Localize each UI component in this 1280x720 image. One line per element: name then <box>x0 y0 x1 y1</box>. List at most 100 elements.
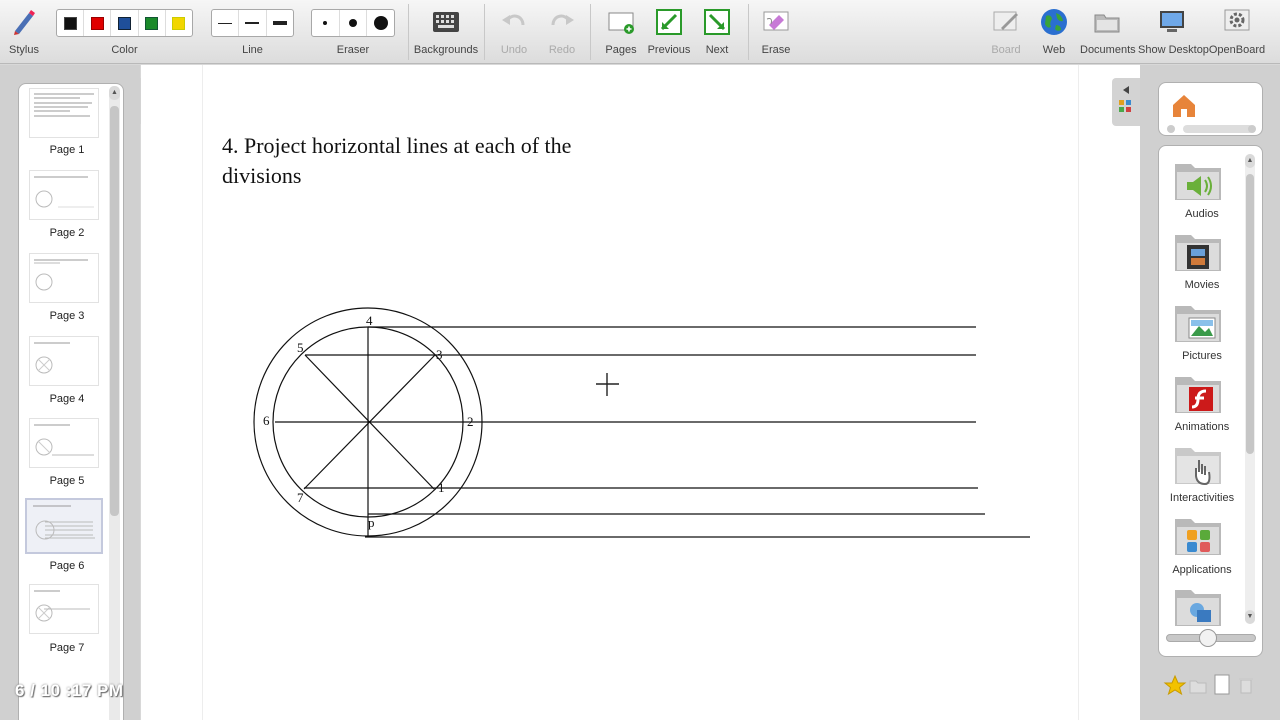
pictures-folder[interactable] <box>1173 300 1225 344</box>
apps-grid-folder-icon <box>1175 519 1221 555</box>
redo-button[interactable]: Redo <box>542 0 582 64</box>
slider-knob[interactable] <box>1199 629 1217 647</box>
previous-page-button[interactable]: Previous <box>646 0 692 64</box>
scroll-up-arrow-icon[interactable]: ▲ <box>1245 154 1255 168</box>
library-folder-list: Audios Movies Pictures Animations Intera… <box>1158 145 1263 657</box>
web-label: Web <box>1042 44 1066 56</box>
blank-page-icon[interactable] <box>1214 674 1230 695</box>
scroll-up-arrow-icon[interactable]: ▲ <box>109 86 120 100</box>
keyboard-grid-icon <box>433 12 459 32</box>
erase-button[interactable]: Erase <box>756 0 796 64</box>
redo-label: Redo <box>548 44 576 56</box>
shapes-folder[interactable] <box>1173 584 1225 628</box>
board-label: Board <box>991 44 1021 56</box>
scroll-down-arrow-icon[interactable]: ▼ <box>1245 610 1255 624</box>
page-thumbnail-1[interactable] <box>29 88 99 138</box>
picture-folder-icon <box>1175 306 1221 342</box>
main-toolbar: Stylus Color Line Eraser Backgrounds Und… <box>0 0 1280 64</box>
monitor-icon <box>1160 11 1184 32</box>
toolbar-divider <box>408 4 409 60</box>
page-margin-right <box>1078 65 1140 720</box>
line-label: Line <box>242 44 263 56</box>
page-thumbnail-3[interactable] <box>29 253 99 303</box>
stylus-label: Stylus <box>9 44 39 56</box>
movies-folder[interactable] <box>1173 229 1225 273</box>
openboard-label: OpenBoard <box>1208 44 1266 56</box>
erase-board-icon <box>763 11 789 31</box>
stylus-button[interactable]: Stylus <box>0 0 48 64</box>
previous-label: Previous <box>647 44 691 56</box>
page-thumbnail-list: Page 1 Page 2 Page 3 Page 4 Page 5 Page … <box>18 83 124 720</box>
eraser-label: Eraser <box>336 44 370 56</box>
toolbar-divider <box>484 4 485 60</box>
redo-arrow-icon <box>551 14 574 26</box>
shapes-folder-icon <box>1175 590 1221 626</box>
page-thumbnail-2[interactable] <box>29 170 99 220</box>
show-desktop-button[interactable]: Show Desktop <box>1138 0 1209 64</box>
show-desktop-label: Show Desktop <box>1138 44 1209 56</box>
heading-line-1: 4. Project horizontal lines at each of t… <box>222 133 572 158</box>
documents-label: Documents <box>1080 44 1136 56</box>
interactivities-label: Interactivities <box>1169 492 1235 504</box>
toolbar-divider <box>590 4 591 60</box>
next-label: Next <box>705 44 729 56</box>
new-folder-icon[interactable] <box>1189 680 1207 694</box>
documents-button[interactable]: Documents <box>1080 0 1136 64</box>
animations-folder[interactable] <box>1173 371 1225 415</box>
settings-gear-icon <box>1224 9 1250 31</box>
flash-folder-icon <box>1175 377 1221 413</box>
film-folder-icon <box>1175 235 1221 271</box>
applications-label: Applications <box>1172 564 1232 576</box>
page-margin-left <box>141 65 203 720</box>
collapse-library-panel-button[interactable] <box>1112 78 1140 126</box>
trash-icon[interactable] <box>1239 678 1253 694</box>
pages-scrollbar[interactable]: ▲ ▼ <box>109 86 120 720</box>
heading-line-2: divisions <box>222 163 302 188</box>
erase-label: Erase <box>761 44 791 56</box>
pages-label: Pages <box>605 44 637 56</box>
openboard-button[interactable]: OpenBoard <box>1208 0 1266 64</box>
page-label-1: Page 1 <box>49 144 85 156</box>
timestamp-overlay: 6 / 10 :17 PM <box>15 681 124 700</box>
hand-pointer-folder-icon <box>1175 448 1221 486</box>
audios-folder[interactable] <box>1173 158 1225 202</box>
undo-button[interactable]: Undo <box>494 0 534 64</box>
backgrounds-button[interactable]: Backgrounds <box>412 0 480 64</box>
pictures-label: Pictures <box>1182 350 1222 362</box>
board-pencil-icon <box>993 11 1018 31</box>
page-thumbnail-6[interactable] <box>25 498 103 554</box>
undo-arrow-icon <box>502 14 525 26</box>
interactivities-folder[interactable] <box>1173 442 1225 486</box>
thumbnail-size-slider[interactable] <box>1166 629 1256 647</box>
pages-scrollbar-thumb[interactable] <box>110 106 119 516</box>
library-scrollbar[interactable]: ▲ ▼ <box>1245 154 1255 624</box>
line-group: Line <box>211 0 294 64</box>
web-button[interactable]: Web <box>1034 0 1074 64</box>
applications-folder[interactable] <box>1173 513 1225 557</box>
library-navigation <box>1158 82 1263 136</box>
page-thumbnail-5[interactable] <box>29 418 99 468</box>
add-page-icon <box>608 12 634 34</box>
board-button[interactable]: Board <box>986 0 1026 64</box>
color-label: Color <box>111 44 138 56</box>
next-page-button[interactable]: Next <box>698 0 736 64</box>
previous-page-icon <box>656 9 682 35</box>
page-label-2: Page 2 <box>49 227 85 239</box>
library-scrollbar-thumb[interactable] <box>1246 174 1254 454</box>
color-group: Color <box>56 0 193 64</box>
backgrounds-label: Backgrounds <box>413 44 479 56</box>
library-actions <box>1163 674 1253 696</box>
pages-button[interactable]: Pages <box>600 0 642 64</box>
favorite-star-icon[interactable] <box>1163 674 1187 696</box>
page-label-3: Page 3 <box>49 310 85 322</box>
page-thumbnail-7[interactable] <box>29 584 99 634</box>
home-icon[interactable] <box>1159 83 1264 137</box>
panel-toggle-icon <box>1119 86 1131 112</box>
page-label-7: Page 7 <box>49 642 85 654</box>
page-label-5: Page 5 <box>49 475 85 487</box>
page-label-4: Page 4 <box>49 393 85 405</box>
animations-label: Animations <box>1174 421 1230 433</box>
stylus-icon <box>14 10 35 35</box>
eraser-group: Eraser <box>311 0 395 64</box>
page-thumbnail-4[interactable] <box>29 336 99 386</box>
